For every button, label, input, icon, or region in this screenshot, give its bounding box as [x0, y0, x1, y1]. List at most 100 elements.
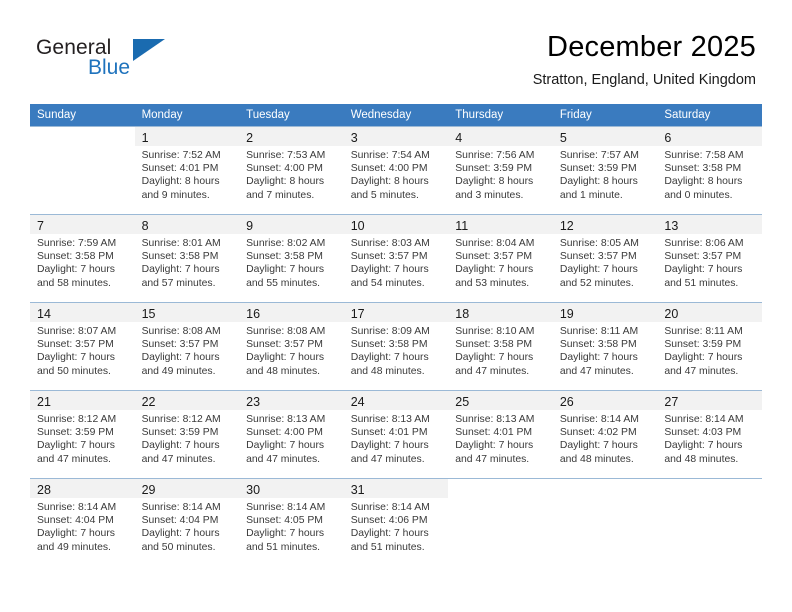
weekday-header-wednesday: Wednesday	[343, 104, 449, 126]
day-cell-details	[30, 146, 135, 149]
calendar-day-cell[interactable]: 20 Sunrise: 8:11 AM Sunset: 3:59 PM Dayligh…	[657, 302, 762, 390]
day-cell-details: Sunrise: 8:11 AM Sunset: 3:58 PM Daylight:…	[553, 322, 658, 378]
day-cell-details: Sunrise: 8:12 AM Sunset: 3:59 PM Daylight:…	[30, 410, 135, 466]
sunset-text: Sunset: 4:01 PM	[350, 427, 428, 439]
day-cell-details	[657, 498, 762, 501]
day-number-band: 16	[239, 303, 344, 322]
day-cell-inner	[30, 126, 135, 214]
day-number-band: 18	[448, 303, 553, 322]
day-number: 14	[37, 307, 51, 321]
sunset-text: Sunset: 3:59 PM	[664, 339, 742, 351]
general-blue-logo[interactable]: General Blue	[36, 36, 196, 86]
day-cell-inner: 28 Sunrise: 8:14 AM Sunset: 4:04 PM Dayligh…	[30, 478, 135, 566]
sunset-text: Sunset: 3:58 PM	[664, 163, 742, 175]
calendar-day-cell[interactable]: 1 Sunrise: 7:52 AM Sunset: 4:01 PM Daylight…	[134, 126, 240, 214]
sunset-text: Sunset: 3:58 PM	[559, 339, 637, 351]
daylight-text-line1: Daylight: 7 hours	[141, 264, 220, 276]
calendar-day-cell[interactable]: 8 Sunrise: 8:01 AM Sunset: 3:58 PM Daylight…	[134, 214, 240, 302]
calendar-day-cell[interactable]: 14 Sunrise: 8:07 AM Sunset: 3:57 PM Dayligh…	[30, 302, 135, 390]
calendar-day-cell[interactable]: 12 Sunrise: 8:05 AM Sunset: 3:57 PM Dayligh…	[552, 214, 658, 302]
daylight-text-line1: Daylight: 7 hours	[559, 352, 638, 364]
sunset-text: Sunset: 3:58 PM	[350, 339, 428, 351]
day-number: 11	[455, 219, 469, 233]
sunrise-text: Sunrise: 8:02 AM	[246, 238, 326, 249]
day-cell-details: Sunrise: 7:57 AM Sunset: 3:59 PM Daylight:…	[553, 146, 658, 202]
day-cell-inner	[552, 478, 658, 566]
day-number-band: 24	[343, 391, 449, 410]
day-number: 8	[141, 219, 149, 233]
weekday-header-sunday: Sunday	[30, 104, 135, 126]
sunset-text: Sunset: 3:59 PM	[559, 163, 637, 175]
calendar-day-cell[interactable]: 10 Sunrise: 8:03 AM Sunset: 3:57 PM Dayligh…	[343, 214, 449, 302]
calendar-day-cell[interactable]: 2 Sunrise: 7:53 AM Sunset: 4:00 PM Daylight…	[239, 126, 344, 214]
day-number-band: 28	[30, 479, 135, 498]
calendar-day-cell[interactable]: 29 Sunrise: 8:14 AM Sunset: 4:04 PM Dayligh…	[134, 478, 240, 566]
calendar-day-cell[interactable]: 27 Sunrise: 8:14 AM Sunset: 4:03 PM Dayligh…	[657, 390, 762, 478]
day-cell-inner: 2 Sunrise: 7:53 AM Sunset: 4:00 PM Daylight…	[239, 126, 344, 214]
calendar-day-cell[interactable]: 26 Sunrise: 8:14 AM Sunset: 4:02 PM Dayligh…	[552, 390, 658, 478]
calendar-day-cell[interactable]: 7 Sunrise: 7:59 AM Sunset: 3:58 PM Daylight…	[30, 214, 135, 302]
calendar-day-cell[interactable]: 22 Sunrise: 8:12 AM Sunset: 3:59 PM Dayligh…	[134, 390, 240, 478]
calendar-day-cell[interactable]: 23 Sunrise: 8:13 AM Sunset: 4:00 PM Dayligh…	[239, 390, 344, 478]
day-cell-inner: 24 Sunrise: 8:13 AM Sunset: 4:01 PM Dayligh…	[343, 390, 449, 478]
day-number-band: 31	[343, 479, 449, 498]
calendar-day-cell[interactable]: 15 Sunrise: 8:08 AM Sunset: 3:57 PM Dayligh…	[134, 302, 240, 390]
day-number-band: 11	[448, 215, 553, 234]
day-cell-details: Sunrise: 8:01 AM Sunset: 3:58 PM Daylight:…	[135, 234, 240, 290]
day-number: 30	[246, 483, 261, 497]
calendar-day-cell[interactable]: 13 Sunrise: 8:06 AM Sunset: 3:57 PM Dayligh…	[657, 214, 762, 302]
day-cell-details: Sunrise: 7:53 AM Sunset: 4:00 PM Daylight:…	[239, 146, 344, 202]
sunrise-text: Sunrise: 7:52 AM	[141, 150, 221, 161]
day-number-band	[657, 479, 762, 498]
sunrise-text: Sunrise: 8:14 AM	[559, 414, 639, 425]
daylight-text-line2: and 53 minutes.	[455, 277, 530, 289]
calendar-day-cell[interactable]: 17 Sunrise: 8:09 AM Sunset: 3:58 PM Dayligh…	[343, 302, 449, 390]
daylight-text-line2: and 47 minutes.	[141, 453, 216, 465]
daylight-text-line2: and 50 minutes.	[141, 541, 216, 553]
calendar-day-cell[interactable]: 21 Sunrise: 8:12 AM Sunset: 3:59 PM Dayligh…	[30, 390, 135, 478]
calendar-day-cell[interactable]: 16 Sunrise: 8:08 AM Sunset: 3:57 PM Dayligh…	[239, 302, 344, 390]
sunset-text: Sunset: 4:06 PM	[350, 515, 428, 527]
day-cell-details: Sunrise: 8:11 AM Sunset: 3:59 PM Daylight:…	[657, 322, 762, 378]
day-cell-details: Sunrise: 7:59 AM Sunset: 3:58 PM Daylight:…	[30, 234, 135, 290]
calendar-day-cell[interactable]: 25 Sunrise: 8:13 AM Sunset: 4:01 PM Dayligh…	[448, 390, 553, 478]
day-number: 23	[246, 395, 261, 409]
calendar-day-cell[interactable]: 11 Sunrise: 8:04 AM Sunset: 3:57 PM Dayligh…	[448, 214, 553, 302]
calendar-day-cell[interactable]: 30 Sunrise: 8:14 AM Sunset: 4:05 PM Dayligh…	[239, 478, 344, 566]
day-cell-details: Sunrise: 8:12 AM Sunset: 3:59 PM Daylight:…	[135, 410, 240, 466]
day-cell-details: Sunrise: 7:58 AM Sunset: 3:58 PM Daylight:…	[657, 146, 762, 202]
sunrise-text: Sunrise: 7:54 AM	[350, 150, 430, 161]
calendar-day-cell[interactable]: 4 Sunrise: 7:56 AM Sunset: 3:59 PM Daylight…	[448, 126, 553, 214]
day-number-band: 22	[134, 391, 240, 410]
triangle-flag-icon	[133, 39, 165, 61]
day-cell-inner: 3 Sunrise: 7:54 AM Sunset: 4:00 PM Daylight…	[343, 126, 449, 214]
daylight-text-line2: and 3 minutes.	[455, 189, 524, 201]
day-cell-inner: 4 Sunrise: 7:56 AM Sunset: 3:59 PM Daylight…	[448, 126, 553, 214]
calendar-day-cell[interactable]: 31 Sunrise: 8:14 AM Sunset: 4:06 PM Dayligh…	[343, 478, 449, 566]
calendar-day-cell[interactable]: 18 Sunrise: 8:10 AM Sunset: 3:58 PM Dayligh…	[448, 302, 553, 390]
calendar-day-cell[interactable]: 19 Sunrise: 8:11 AM Sunset: 3:58 PM Dayligh…	[552, 302, 658, 390]
day-cell-details	[553, 498, 658, 501]
calendar-day-cell[interactable]: 6 Sunrise: 7:58 AM Sunset: 3:58 PM Daylight…	[657, 126, 762, 214]
day-number: 20	[664, 307, 679, 321]
calendar-day-cell[interactable]: 5 Sunrise: 7:57 AM Sunset: 3:59 PM Daylight…	[552, 126, 658, 214]
day-cell-inner: 31 Sunrise: 8:14 AM Sunset: 4:06 PM Dayligh…	[343, 478, 449, 566]
calendar-day-cell[interactable]: 3 Sunrise: 7:54 AM Sunset: 4:00 PM Daylight…	[343, 126, 449, 214]
daylight-text-line1: Daylight: 7 hours	[37, 264, 115, 276]
day-number: 28	[37, 483, 51, 497]
calendar-day-cell[interactable]: 9 Sunrise: 8:02 AM Sunset: 3:58 PM Daylight…	[239, 214, 344, 302]
day-cell-details: Sunrise: 8:13 AM Sunset: 4:01 PM Daylight:…	[448, 410, 553, 466]
calendar-grid: Sunday Monday Tuesday Wednesday Thursday…	[30, 104, 762, 566]
calendar-day-cell[interactable]: 24 Sunrise: 8:13 AM Sunset: 4:01 PM Dayligh…	[343, 390, 449, 478]
calendar-day-cell	[657, 478, 762, 566]
day-number-band: 1	[134, 127, 240, 146]
daylight-text-line1: Daylight: 7 hours	[455, 264, 534, 276]
sunrise-text: Sunrise: 8:13 AM	[455, 414, 535, 425]
day-number-band	[448, 479, 553, 498]
day-cell-details: Sunrise: 8:14 AM Sunset: 4:05 PM Daylight:…	[239, 498, 344, 554]
calendar-day-cell[interactable]: 28 Sunrise: 8:14 AM Sunset: 4:04 PM Dayligh…	[30, 478, 135, 566]
day-cell-inner: 25 Sunrise: 8:13 AM Sunset: 4:01 PM Dayligh…	[448, 390, 553, 478]
sunrise-text: Sunrise: 8:14 AM	[141, 502, 221, 513]
day-number-band: 7	[30, 215, 135, 234]
daylight-text-line2: and 47 minutes.	[37, 453, 111, 465]
